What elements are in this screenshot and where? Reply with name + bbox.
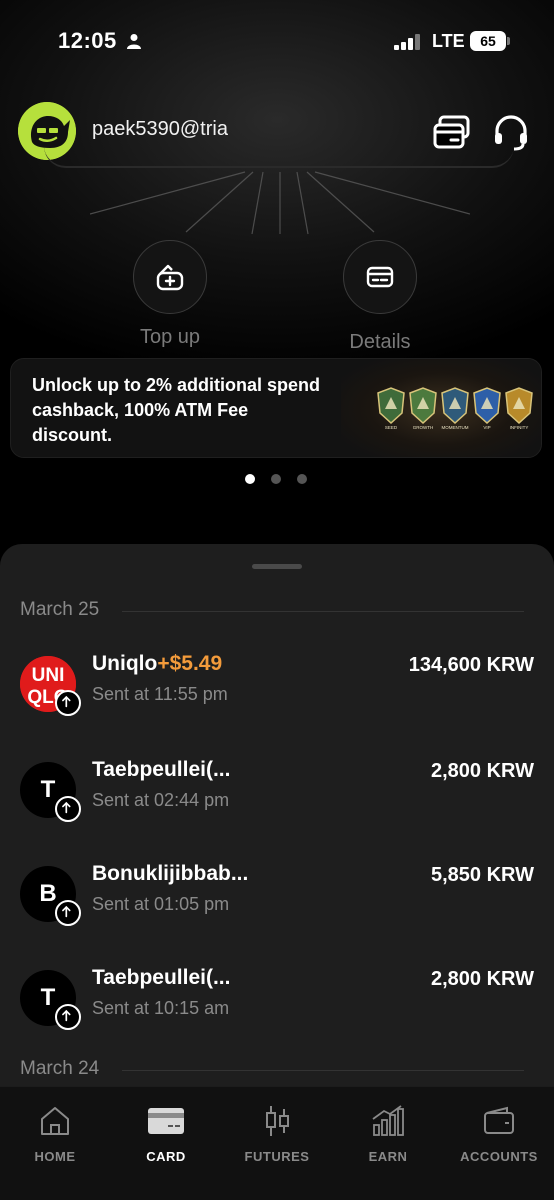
sent-arrow-icon — [55, 1004, 81, 1030]
nav-accounts[interactable]: ACCOUNTS — [444, 1087, 554, 1177]
nav-earn[interactable]: EARN — [333, 1087, 443, 1177]
sent-time: Sent at 11:55 pm — [92, 684, 228, 704]
date-label: March 24 — [20, 1058, 100, 1079]
transaction-amount: 5,850 KRW — [430, 864, 534, 886]
merchant-name: Uniqlo+$5.49 — [92, 652, 223, 675]
tier-badge-label: MOMENTUM — [442, 425, 469, 430]
status-bar: 12:05 LTE 65 — [0, 0, 554, 80]
nav-futures[interactable]: FUTURES — [222, 1087, 332, 1177]
promo-text: Unlock up to 2% additional spend cashbac… — [32, 375, 321, 445]
transaction-row[interactable]: UNI QLO Uniqlo+$5.49 Sent at 11:55 pm 13… — [0, 646, 554, 726]
transaction-row[interactable]: B Bonuklijibbab... Sent at 01:05 pm 5,85… — [0, 856, 554, 936]
date-header: March 24 — [20, 1058, 534, 1082]
candlestick-icon — [266, 1106, 289, 1136]
merchant-name: Bonuklijibbab... — [92, 862, 249, 885]
details-label: Details — [349, 331, 411, 353]
sent-time: Sent at 01:05 pm — [92, 894, 230, 914]
battery-icon: 65 — [470, 31, 510, 51]
network-type: LTE — [432, 31, 465, 51]
sent-arrow-icon — [55, 796, 81, 822]
sent-arrow-icon — [55, 690, 81, 716]
card-icon — [366, 266, 394, 288]
tier-badge-seed: SEED — [377, 387, 405, 430]
merchant-name: Taebpeullei(... — [92, 966, 231, 989]
transaction-amount: 134,600 KRW — [408, 654, 534, 676]
nav-label: EARN — [368, 1149, 408, 1164]
nav-card[interactable]: CARD — [111, 1087, 221, 1177]
transactions-sheet[interactable]: March 25 UNI QLO Uniqlo+$5.49 Sent at 11… — [0, 544, 554, 1104]
tier-badges-art: SEED GROWTH MOMENTUM VIP INFINITY — [341, 359, 541, 457]
status-time: 12:05 — [58, 28, 117, 53]
person-icon — [127, 34, 141, 49]
tier-badge-label: SEED — [385, 425, 398, 430]
card-icon — [148, 1108, 184, 1134]
top-up-button[interactable]: Top up — [100, 240, 240, 349]
tier-badges: SEED GROWTH MOMENTUM VIP INFINITY — [377, 387, 533, 430]
tier-badge-label: INFINITY — [510, 425, 529, 430]
details-circle[interactable] — [343, 240, 417, 314]
light-beams — [90, 171, 470, 235]
card-stack-edge — [44, 140, 514, 168]
cashback-amount: +$5.49 — [157, 652, 223, 675]
svg-text:UNI: UNI — [32, 665, 65, 686]
top-up-label: Top up — [139, 326, 201, 348]
date-header: March 25 — [20, 599, 534, 623]
transaction-row[interactable]: T Taebpeullei(... Sent at 10:15 am 2,800… — [0, 960, 554, 1040]
nav-home[interactable]: HOME — [0, 1087, 110, 1177]
wallet-icon — [484, 1106, 514, 1134]
sent-time: Sent at 10:15 am — [92, 998, 230, 1018]
signal-icon — [394, 34, 420, 50]
tier-badge-label: GROWTH — [413, 425, 434, 430]
nav-label: CARD — [146, 1149, 186, 1164]
nav-label: HOME — [34, 1149, 76, 1164]
transaction-amount: 2,800 KRW — [430, 968, 534, 990]
tier-badge-vip: VIP — [473, 387, 501, 430]
top-up-circle[interactable] — [133, 240, 207, 314]
transaction-row[interactable]: T Taebpeullei(... Sent at 02:44 pm 2,800… — [0, 752, 554, 832]
promo-banner[interactable]: Unlock up to 2% additional spend cashbac… — [10, 358, 542, 458]
tier-badge-growth: GROWTH — [409, 387, 437, 430]
bar-chart-icon — [372, 1105, 404, 1136]
sent-arrow-icon — [55, 900, 81, 926]
date-label: March 25 — [20, 599, 100, 620]
carousel-dot[interactable] — [297, 474, 307, 484]
sent-time: Sent at 02:44 pm — [92, 790, 230, 810]
home-icon — [41, 1107, 69, 1135]
wallet-add-icon — [156, 264, 184, 291]
merchant-name: Taebpeullei(... — [92, 758, 231, 781]
tier-badge-label: VIP — [483, 425, 490, 430]
tier-badge-momentum: MOMENTUM — [441, 387, 469, 430]
tier-badge-infinity: INFINITY — [505, 387, 533, 430]
carousel-dots — [245, 474, 311, 484]
carousel-dot[interactable] — [245, 474, 255, 484]
nav-label: FUTURES — [244, 1149, 310, 1164]
bottom-nav: HOME CARD FUTURES EARN ACCOUNTS — [0, 1086, 554, 1200]
carousel-dot[interactable] — [271, 474, 281, 484]
nav-label: ACCOUNTS — [460, 1149, 538, 1164]
transaction-amount: 2,800 KRW — [430, 760, 534, 782]
sheet-drag-handle[interactable] — [252, 564, 302, 569]
details-button[interactable]: Details — [310, 240, 450, 354]
username: paek5390@tria — [92, 118, 228, 140]
battery-level: 65 — [470, 31, 506, 51]
